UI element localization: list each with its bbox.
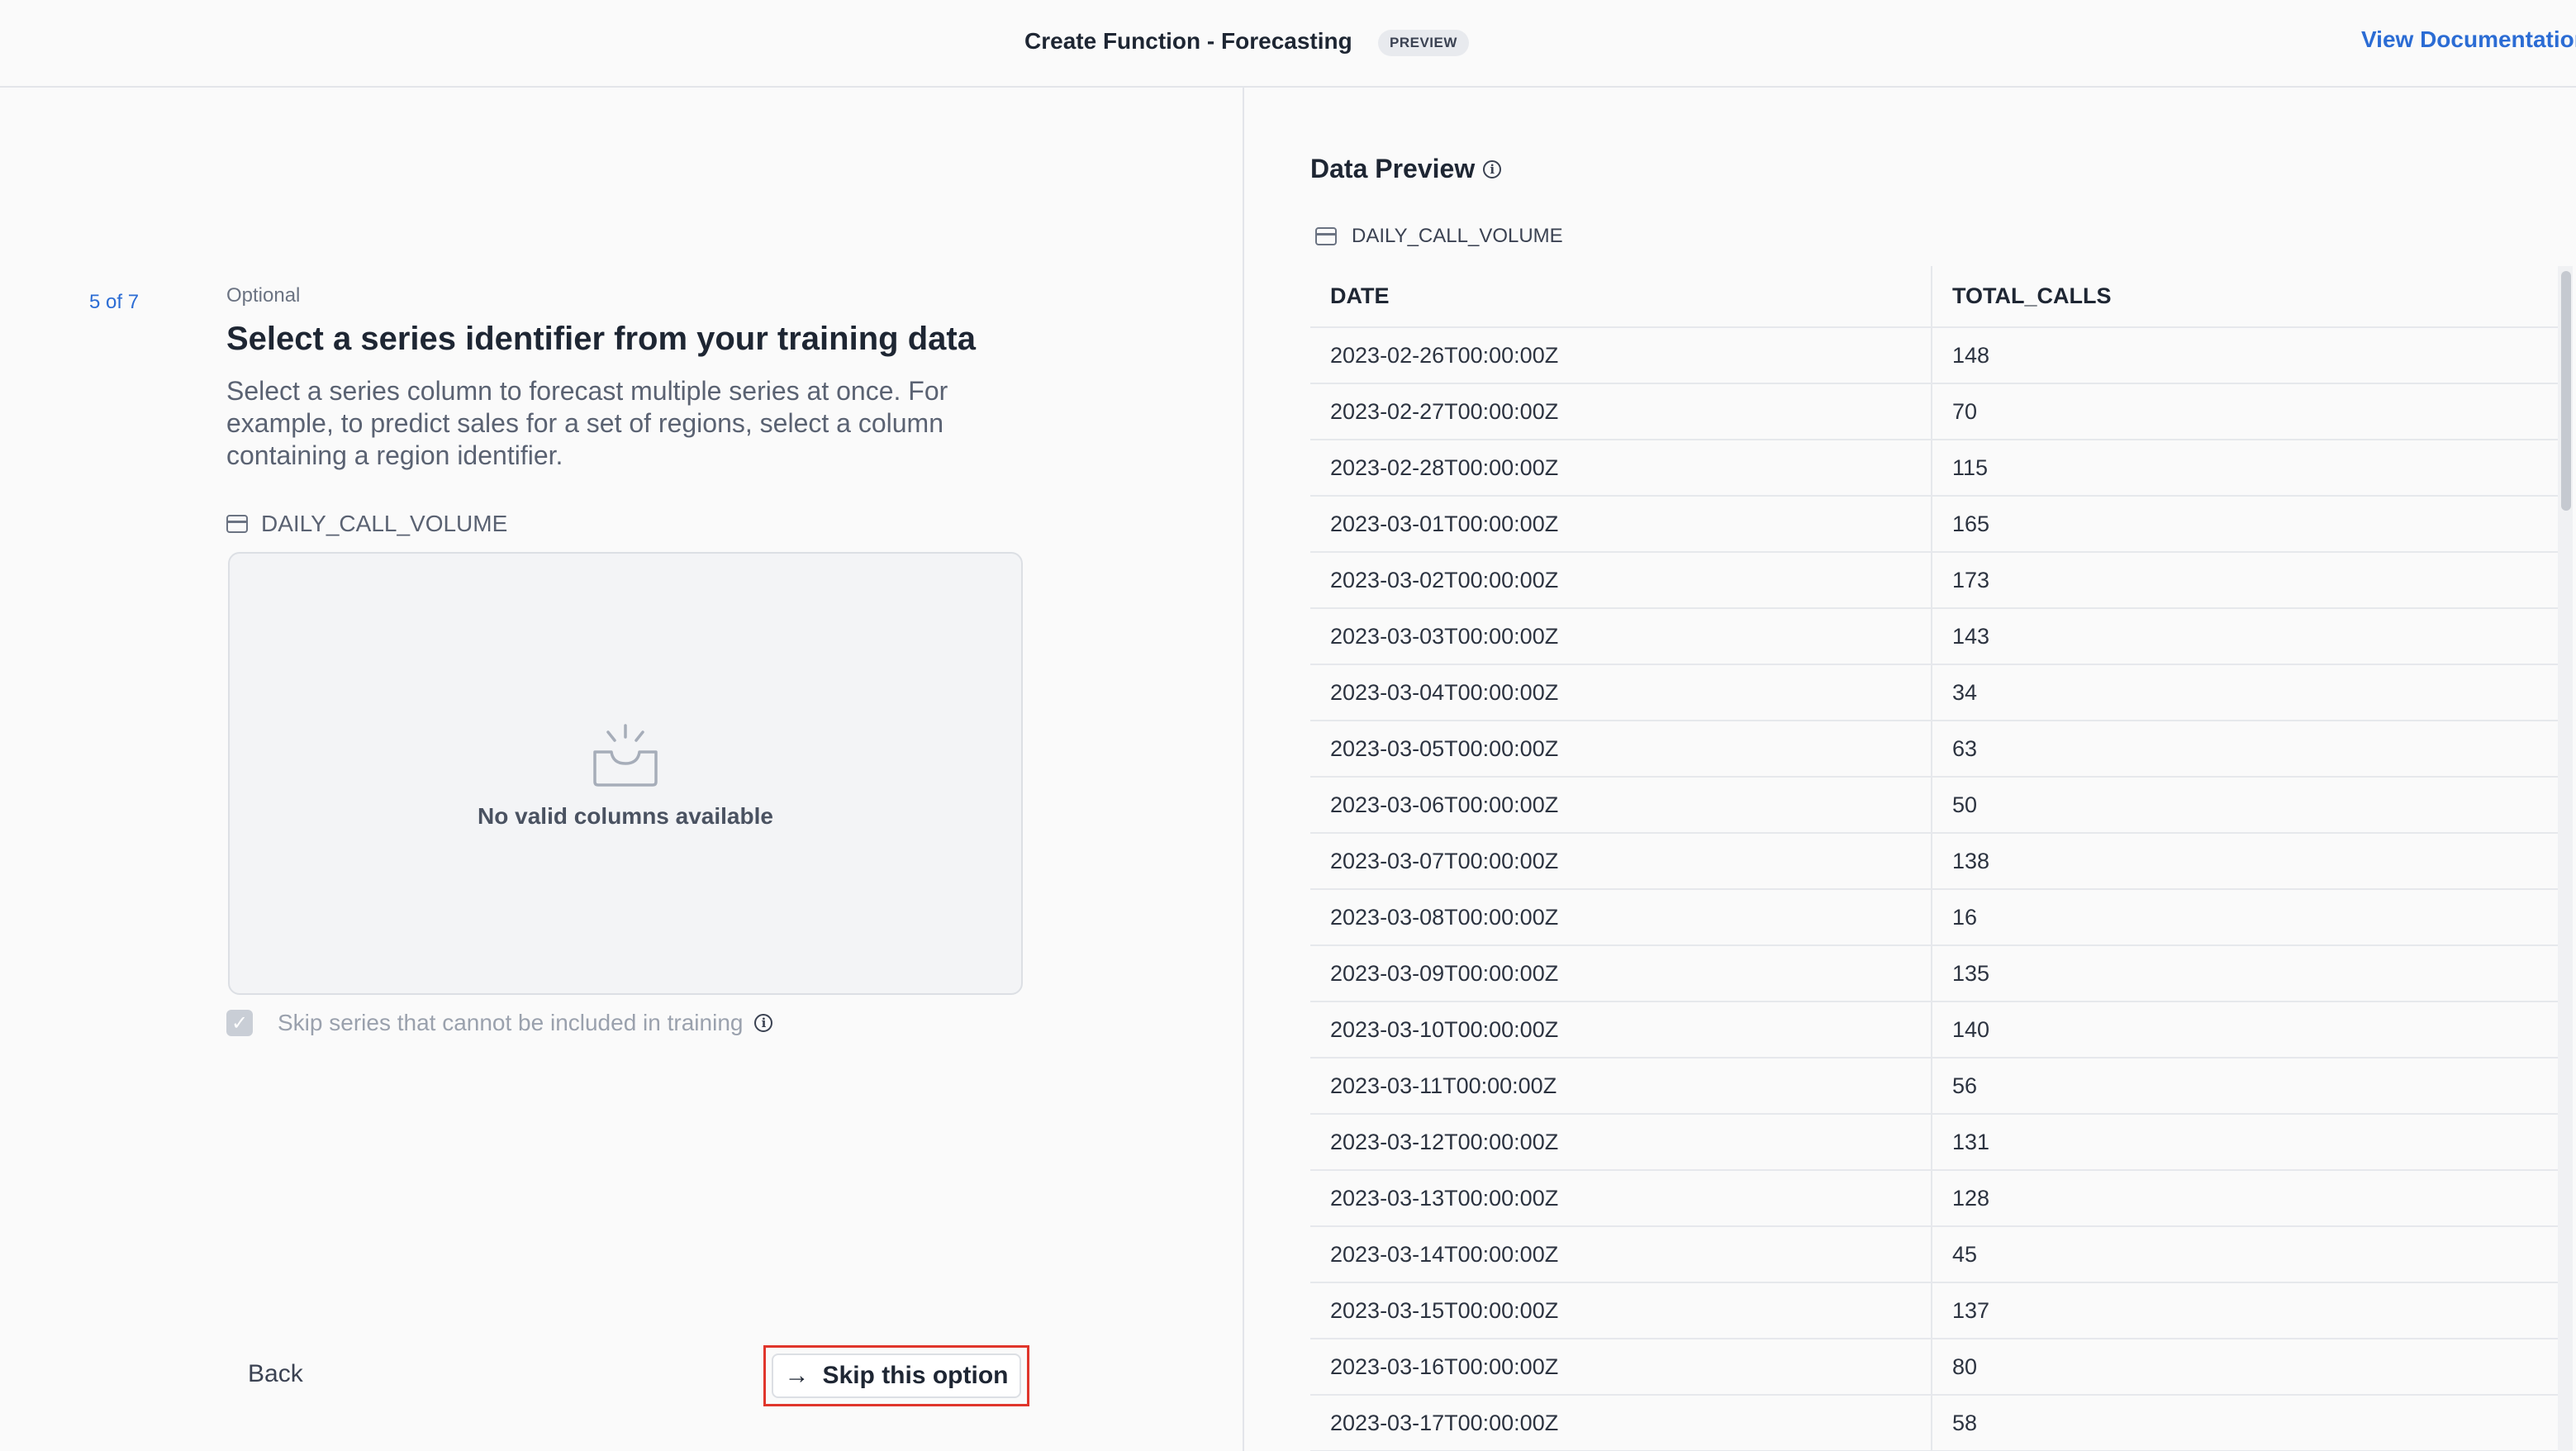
empty-state-text: No valid columns available	[478, 803, 773, 829]
cell-total-calls: 131	[1932, 1114, 2559, 1171]
cell-total-calls: 137	[1932, 1282, 2559, 1339]
table-row: 2023-03-14T00:00:00Z 45	[1310, 1226, 2559, 1283]
table-row: 2023-03-03T00:00:00Z 143	[1310, 608, 2559, 665]
cell-total-calls: 34	[1932, 664, 2559, 721]
cell-date: 2023-03-14T00:00:00Z	[1310, 1226, 1932, 1283]
cell-total-calls: 140	[1932, 1001, 2559, 1059]
table-icon	[226, 515, 248, 533]
data-preview-panel: Data Preview i DAILY_CALL_VOLUME DATE TO…	[1244, 88, 2576, 1451]
cell-date: 2023-03-12T00:00:00Z	[1310, 1114, 1932, 1171]
cell-date: 2023-03-02T00:00:00Z	[1310, 552, 1932, 609]
cell-total-calls: 143	[1932, 608, 2559, 665]
cell-date: 2023-03-09T00:00:00Z	[1310, 945, 1932, 1002]
cell-total-calls: 45	[1932, 1226, 2559, 1283]
skip-series-label: Skip series that cannot be included in t…	[278, 1010, 744, 1035]
cell-date: 2023-02-28T00:00:00Z	[1310, 440, 1932, 497]
table-row: 2023-02-28T00:00:00Z 115	[1310, 440, 2559, 497]
skip-series-option: ✓ Skip series that cannot be included in…	[226, 1010, 773, 1036]
skip-option-button[interactable]: → Skip this option	[772, 1353, 1021, 1398]
table-header-row: DATE TOTAL_CALLS	[1310, 266, 2559, 328]
cell-total-calls: 128	[1932, 1170, 2559, 1227]
preview-table-name: DAILY_CALL_VOLUME	[1352, 225, 1563, 247]
cell-total-calls: 135	[1932, 945, 2559, 1002]
table-row: 2023-03-11T00:00:00Z 56	[1310, 1058, 2559, 1115]
table-row: 2023-03-05T00:00:00Z 63	[1310, 721, 2559, 778]
cell-total-calls: 165	[1932, 496, 2559, 553]
scrollbar-thumb[interactable]	[2561, 271, 2571, 511]
cell-date: 2023-03-01T00:00:00Z	[1310, 496, 1932, 553]
table-row: 2023-03-08T00:00:00Z 16	[1310, 889, 2559, 946]
column-selector-empty-state: No valid columns available	[228, 552, 1023, 995]
column-header-date: DATE	[1310, 266, 1932, 328]
cell-total-calls: 173	[1932, 552, 2559, 609]
cell-total-calls: 80	[1932, 1339, 2559, 1396]
cell-date: 2023-03-16T00:00:00Z	[1310, 1339, 1932, 1396]
cell-date: 2023-03-06T00:00:00Z	[1310, 777, 1932, 834]
table-row: 2023-03-06T00:00:00Z 50	[1310, 777, 2559, 834]
top-header: Create Function - Forecasting PREVIEW Vi…	[0, 0, 2576, 88]
cell-date: 2023-03-05T00:00:00Z	[1310, 721, 1932, 778]
cell-total-calls: 148	[1932, 327, 2559, 384]
cell-date: 2023-03-10T00:00:00Z	[1310, 1001, 1932, 1059]
back-button[interactable]: Back	[248, 1360, 303, 1388]
table-row: 2023-03-12T00:00:00Z 131	[1310, 1114, 2559, 1171]
cell-date: 2023-03-04T00:00:00Z	[1310, 664, 1932, 721]
cell-total-calls: 115	[1932, 440, 2559, 497]
step-indicator: 5 of 7	[89, 291, 140, 313]
preview-table-container: DATE TOTAL_CALLS 2023-02-26T00:00:00Z 148…	[1310, 266, 2559, 1451]
data-preview-title: Data Preview	[1310, 154, 1476, 183]
cell-date: 2023-02-26T00:00:00Z	[1310, 327, 1932, 384]
page-title: Create Function - Forecasting	[1024, 28, 1352, 54]
cell-date: 2023-03-08T00:00:00Z	[1310, 889, 1932, 946]
cell-total-calls: 56	[1932, 1058, 2559, 1115]
cell-total-calls: 63	[1932, 721, 2559, 778]
cell-total-calls: 58	[1932, 1395, 2559, 1451]
table-row: 2023-02-27T00:00:00Z 70	[1310, 383, 2559, 440]
cell-total-calls: 16	[1932, 889, 2559, 946]
source-table-name: DAILY_CALL_VOLUME	[261, 511, 508, 536]
preview-badge: PREVIEW	[1378, 30, 1469, 56]
optional-label: Optional	[226, 284, 301, 307]
table-row: 2023-03-16T00:00:00Z 80	[1310, 1339, 2559, 1396]
cell-date: 2023-03-03T00:00:00Z	[1310, 608, 1932, 665]
step-title: Select a series identifier from your tra…	[226, 321, 976, 357]
cell-total-calls: 50	[1932, 777, 2559, 834]
table-row: 2023-03-09T00:00:00Z 135	[1310, 945, 2559, 1002]
table-row: 2023-03-04T00:00:00Z 34	[1310, 664, 2559, 721]
source-table-label: DAILY_CALL_VOLUME	[226, 511, 507, 537]
arrow-right-icon: →	[784, 1362, 810, 1389]
cell-date: 2023-03-11T00:00:00Z	[1310, 1058, 1932, 1115]
table-row: 2023-02-26T00:00:00Z 148	[1310, 327, 2559, 384]
table-row: 2023-03-01T00:00:00Z 165	[1310, 496, 2559, 553]
table-row: 2023-03-17T00:00:00Z 58	[1310, 1395, 2559, 1451]
preview-table-label: DAILY_CALL_VOLUME	[1315, 225, 1563, 248]
cell-date: 2023-02-27T00:00:00Z	[1310, 383, 1932, 440]
column-header-total-calls: TOTAL_CALLS	[1932, 266, 2559, 328]
cell-date: 2023-03-07T00:00:00Z	[1310, 833, 1932, 890]
table-icon	[1315, 227, 1337, 245]
table-row: 2023-03-15T00:00:00Z 137	[1310, 1282, 2559, 1339]
table-row: 2023-03-07T00:00:00Z 138	[1310, 833, 2559, 890]
info-icon[interactable]: i	[754, 1014, 773, 1032]
skip-option-label: Skip this option	[822, 1362, 1009, 1389]
table-body: 2023-02-26T00:00:00Z 148 2023-02-27T00:00:…	[1310, 327, 2559, 1451]
cell-date: 2023-03-17T00:00:00Z	[1310, 1395, 1932, 1451]
cell-date: 2023-03-13T00:00:00Z	[1310, 1170, 1932, 1227]
empty-inbox-icon	[593, 724, 658, 787]
skip-series-checkbox[interactable]: ✓	[226, 1010, 253, 1036]
info-icon[interactable]: i	[1483, 159, 1502, 178]
preview-table: DATE TOTAL_CALLS 2023-02-26T00:00:00Z 148…	[1310, 266, 2559, 1451]
data-preview-heading: Data Preview i	[1310, 154, 1502, 184]
cell-total-calls: 138	[1932, 833, 2559, 890]
step-description: Select a series column to forecast multi…	[226, 376, 948, 470]
table-row: 2023-03-13T00:00:00Z 128	[1310, 1170, 2559, 1227]
cell-date: 2023-03-15T00:00:00Z	[1310, 1282, 1932, 1339]
view-documentation-link[interactable]: View Documentation	[2361, 26, 2576, 53]
table-row: 2023-03-02T00:00:00Z 173	[1310, 552, 2559, 609]
cell-total-calls: 70	[1932, 383, 2559, 440]
table-row: 2023-03-10T00:00:00Z 140	[1310, 1001, 2559, 1059]
